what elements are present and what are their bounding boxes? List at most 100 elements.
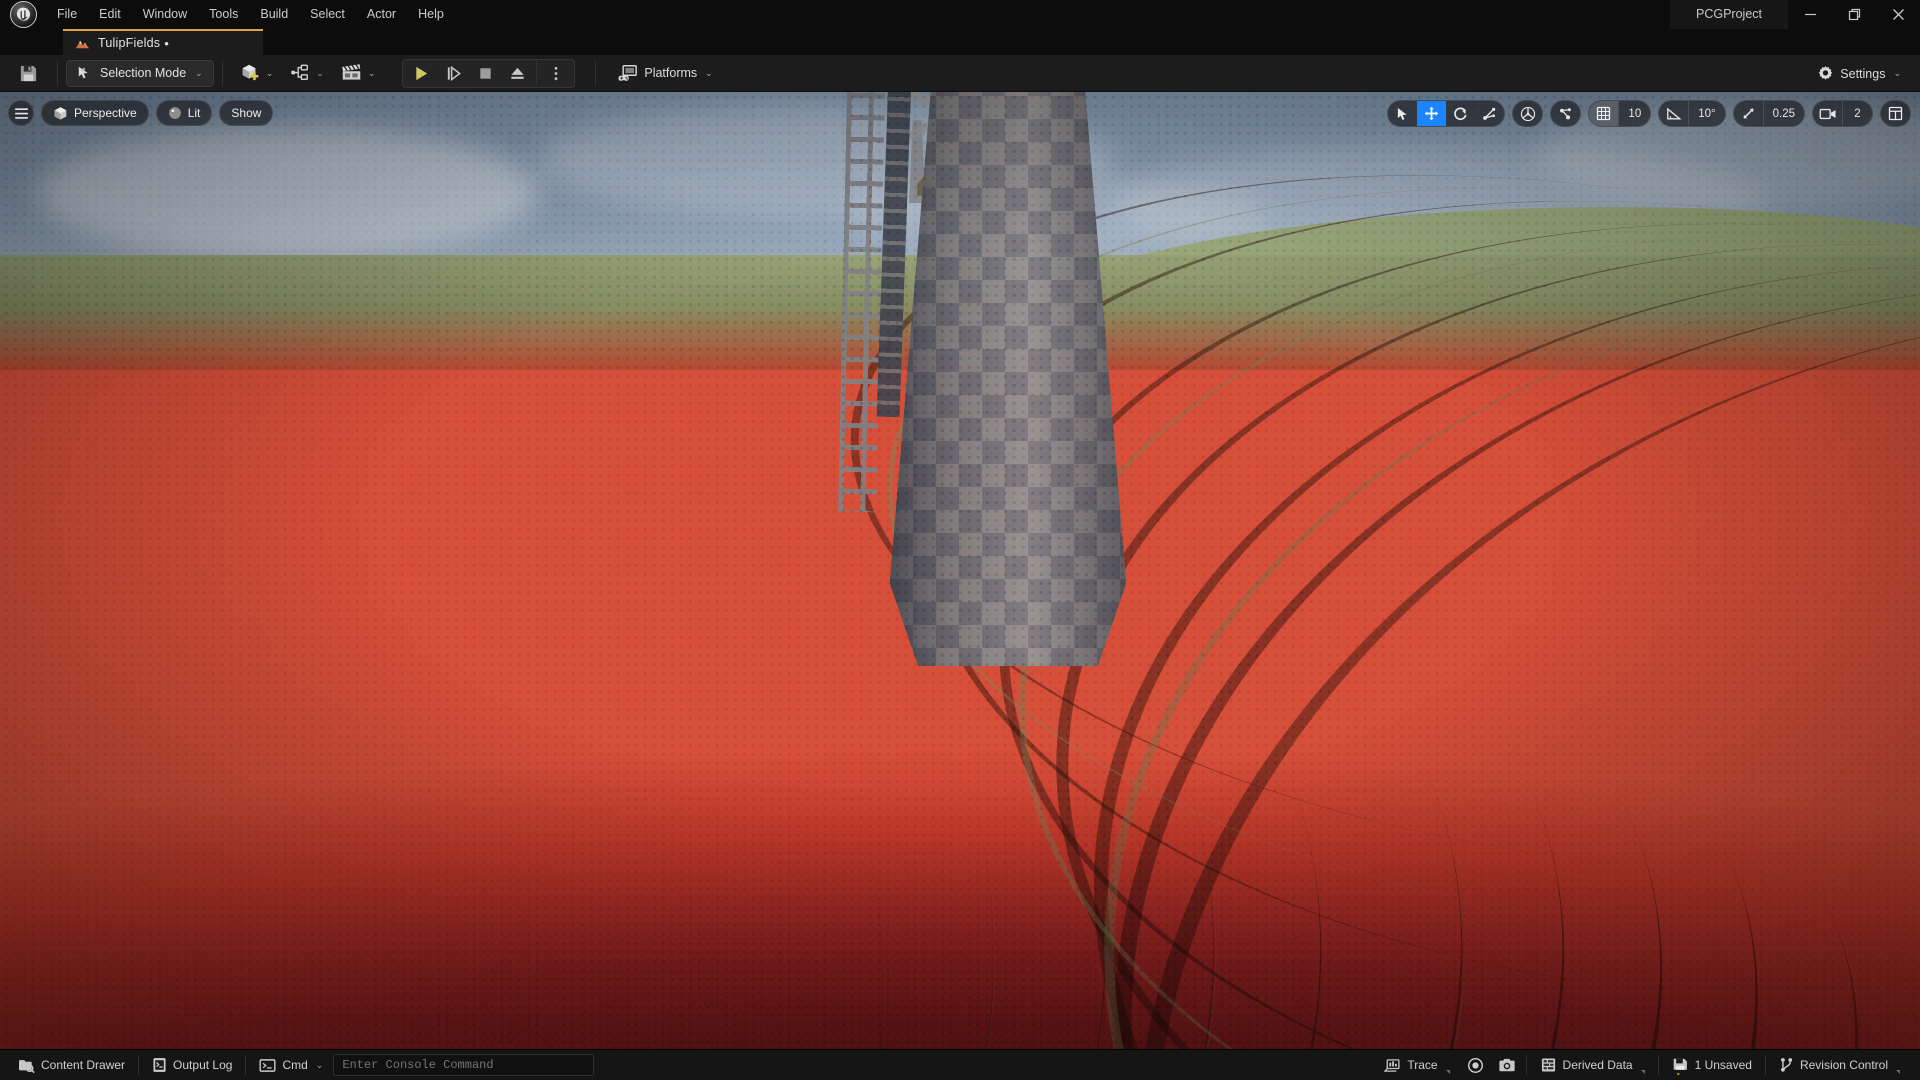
trace-button[interactable]: Trace <box>1374 1053 1459 1078</box>
menu-window[interactable]: Window <box>132 0 198 29</box>
status-bar: Content Drawer Output Log Cmd ⌄ Enter Co… <box>0 1049 1920 1080</box>
save-icon <box>20 65 37 81</box>
surface-snap-button[interactable] <box>1551 101 1580 126</box>
menu-select[interactable]: Select <box>299 0 356 29</box>
camera-speed-group: 2 <box>1812 100 1873 127</box>
camera-icon <box>1819 108 1836 119</box>
tab-dirty-indicator: • <box>164 35 169 51</box>
translate-tool-button[interactable] <box>1417 101 1447 126</box>
tab-label: TulipFields <box>98 36 161 50</box>
rotate-tool-button[interactable] <box>1446 101 1475 126</box>
selection-mode-button[interactable]: Selection Mode ⌄ <box>66 59 214 87</box>
output-log-button[interactable]: Output Log <box>142 1053 242 1078</box>
viewport-render <box>0 92 1920 1049</box>
cinematics-button[interactable]: ⌄ <box>336 60 381 87</box>
blueprints-chevron-down-icon: ⌄ <box>316 67 324 78</box>
settings-label: Settings <box>1840 66 1886 81</box>
cmd-label: Cmd <box>282 1058 308 1072</box>
main-toolbar: Selection Mode ⌄ ⌄ ⌄ ⌄ Platforms ⌄ Setti… <box>0 55 1920 92</box>
play-options-button[interactable] <box>541 61 571 86</box>
revision-control-button[interactable]: Revision Control <box>1769 1053 1910 1078</box>
trace-label: Trace <box>1407 1058 1438 1072</box>
unreal-editor-window: File Edit Window Tools Build Select Acto… <box>0 0 1920 1080</box>
trace-screenshot-button[interactable] <box>1491 1053 1523 1078</box>
play-icon <box>416 66 428 80</box>
play-button[interactable] <box>406 61 436 86</box>
menu-help[interactable]: Help <box>407 0 455 29</box>
surface-snap-group <box>1550 100 1582 127</box>
lit-sphere-icon <box>168 107 181 119</box>
camera-speed-value[interactable]: 2 <box>1842 101 1872 126</box>
close-icon <box>1892 9 1904 20</box>
world-axis-button[interactable] <box>1513 101 1542 126</box>
cmd-dropdown-button[interactable]: Cmd ⌄ <box>249 1053 333 1078</box>
menu-edit[interactable]: Edit <box>88 0 132 29</box>
cursor-icon <box>1398 107 1408 120</box>
viewport-menu-button[interactable] <box>8 100 34 126</box>
angle-snap-group: 10° <box>1658 100 1726 127</box>
menu-build[interactable]: Build <box>249 0 299 29</box>
content-drawer-button[interactable]: Content Drawer <box>8 1053 135 1078</box>
viewport-lit-button[interactable]: Lit <box>155 100 213 126</box>
viewport-show-button[interactable]: Show <box>219 100 274 126</box>
add-actor-button[interactable]: ⌄ <box>235 60 279 87</box>
minimize-button[interactable] <box>1788 0 1832 29</box>
close-button[interactable] <box>1876 0 1920 29</box>
viewport-perspective-button[interactable]: Perspective <box>41 100 149 126</box>
title-bar: File Edit Window Tools Build Select Acto… <box>0 0 1920 29</box>
maximize-button[interactable] <box>1832 0 1876 29</box>
revision-control-label: Revision Control <box>1799 1058 1888 1072</box>
tab-tulipfields[interactable]: TulipFields • <box>63 29 263 55</box>
viewport-layouts-button[interactable] <box>1881 101 1910 126</box>
level-viewport[interactable]: Perspective Lit Show 10 10° 0.25 2 <box>0 92 1920 1049</box>
select-tool-button[interactable] <box>1388 101 1417 126</box>
unreal-logo-icon <box>9 1 37 28</box>
grid-snap-toggle[interactable] <box>1589 101 1619 126</box>
skip-button[interactable] <box>438 61 468 86</box>
selection-mode-icon <box>78 66 88 79</box>
unsaved-changes-button[interactable]: 1 Unsaved <box>1662 1053 1762 1078</box>
viewport-show-label: Show <box>231 106 262 120</box>
derived-data-button[interactable]: Derived Data <box>1530 1053 1655 1078</box>
menu-actor[interactable]: Actor <box>356 0 407 29</box>
settings-button[interactable]: Settings ⌄ <box>1808 60 1910 87</box>
status-separator-1 <box>138 1055 140 1075</box>
unreal-logo-button[interactable] <box>0 0 46 29</box>
trace-corner-icon <box>1445 1069 1450 1074</box>
menu-tools[interactable]: Tools <box>198 0 249 29</box>
vertical-dots-icon <box>554 66 558 80</box>
unsaved-label: 1 Unsaved <box>1694 1058 1752 1072</box>
add-actor-icon <box>242 64 259 81</box>
grid-snap-value[interactable]: 10 <box>1618 101 1650 126</box>
camera-speed-button[interactable] <box>1813 101 1842 126</box>
blueprints-button[interactable]: ⌄ <box>285 60 329 87</box>
platforms-icon <box>618 64 638 81</box>
console-command-input[interactable] <box>333 1054 595 1076</box>
unsaved-save-icon <box>1673 1058 1687 1076</box>
angle-snap-toggle[interactable] <box>1659 101 1688 126</box>
eject-button[interactable] <box>502 61 532 86</box>
chevron-down-icon: ⌄ <box>195 67 203 78</box>
grid-icon <box>1597 106 1611 121</box>
platforms-button[interactable]: Platforms ⌄ <box>608 60 721 87</box>
scale-tool-button[interactable] <box>1475 101 1504 126</box>
perspective-cube-icon <box>54 106 67 120</box>
tab-strip: TulipFields • <box>0 29 1920 55</box>
viewport-lit-label: Lit <box>187 106 201 120</box>
derived-data-label: Derived Data <box>1562 1058 1633 1072</box>
scale-snap-value[interactable]: 0.25 <box>1762 101 1804 126</box>
angle-snap-value[interactable]: 10° <box>1688 101 1724 126</box>
status-separator-3 <box>1525 1055 1527 1075</box>
cinematics-chevron-down-icon: ⌄ <box>367 67 376 78</box>
diagonal-arrow-icon <box>1742 108 1754 119</box>
save-button[interactable] <box>14 60 43 87</box>
menu-file[interactable]: File <box>46 0 88 29</box>
trace-record-button[interactable] <box>1460 1053 1491 1078</box>
ue-glyph-icon <box>16 7 30 21</box>
output-log-icon <box>153 1058 166 1072</box>
scale-snap-toggle[interactable] <box>1734 101 1763 126</box>
console-icon <box>259 1058 276 1072</box>
viewport-top-left-toolbar: Perspective Lit Show <box>8 100 274 126</box>
stop-button[interactable] <box>470 61 500 86</box>
hamburger-icon <box>14 107 28 119</box>
